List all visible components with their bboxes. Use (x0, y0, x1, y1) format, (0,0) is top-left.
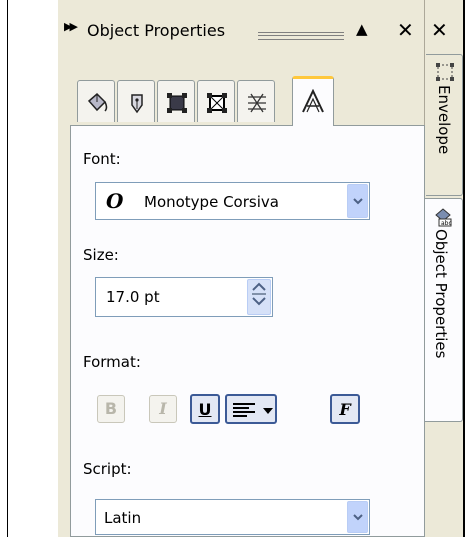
spin-arrows-icon (252, 282, 266, 306)
window-border-left (7, 0, 8, 537)
size-spin-button[interactable] (247, 279, 271, 315)
underline-button[interactable]: U (190, 394, 220, 424)
side-tab-envelope-label: Envelope (435, 85, 453, 155)
character-format-glyph: F (339, 400, 351, 419)
tab-fill[interactable] (77, 80, 115, 122)
object-properties-tab-icon: abc (435, 208, 452, 227)
frame-cross-icon (207, 93, 227, 113)
docker-title: Object Properties (87, 21, 226, 40)
minimize-icon[interactable]: ▲ (356, 22, 368, 37)
font-value: Monotype Corsiva (144, 193, 279, 211)
svg-text:abc: abc (441, 220, 452, 227)
size-label: Size: (83, 246, 119, 264)
tab-outline[interactable] (117, 80, 155, 122)
font-dropdown-button[interactable] (347, 184, 368, 218)
chevron-down-icon (353, 514, 363, 521)
close-all-dockers-icon[interactable]: ✕ (431, 20, 448, 40)
frame-icon (167, 93, 187, 113)
window-border-right (463, 0, 465, 537)
chevron-down-icon (353, 198, 363, 205)
underline-glyph: U (198, 400, 212, 419)
tab-text-properties[interactable] (292, 76, 334, 126)
tab-general[interactable] (157, 80, 195, 122)
title-grip-lines[interactable] (258, 32, 344, 40)
close-docker-icon[interactable]: ✕ (397, 20, 414, 40)
hatch-icon (248, 93, 266, 113)
script-label: Script: (83, 460, 132, 478)
caret-down-icon (263, 408, 273, 414)
script-dropdown-button[interactable] (347, 501, 368, 533)
font-label: Font: (83, 150, 121, 168)
side-tab-object-properties[interactable]: abc Object Properties (423, 198, 463, 422)
side-tab-object-properties-label: Object Properties (432, 229, 450, 359)
size-spinbox[interactable]: 17.0 pt (95, 277, 273, 317)
expand-arrows-icon[interactable]: ▶▶ (64, 20, 78, 33)
tab-detail[interactable] (197, 80, 235, 122)
script-combobox[interactable]: Latin (95, 499, 370, 535)
envelope-tool-icon (436, 63, 454, 81)
alignment-button[interactable]: ≡ (225, 394, 277, 424)
format-label: Format: (83, 353, 141, 371)
bold-button[interactable]: B (97, 395, 125, 423)
script-value: Latin (104, 509, 142, 527)
side-tab-envelope[interactable]: Envelope (426, 54, 463, 196)
bold-glyph: B (104, 399, 118, 418)
size-value: 17.0 pt (106, 288, 160, 306)
tab-internet[interactable] (237, 80, 275, 122)
pen-nib-icon (131, 94, 143, 114)
align-left-icon (233, 403, 255, 417)
text-a-icon (302, 89, 324, 113)
opentype-font-icon: O (106, 189, 124, 213)
italic-glyph: I (159, 399, 167, 418)
italic-button[interactable]: I (149, 395, 177, 423)
character-formatting-button[interactable]: F (330, 394, 360, 424)
fill-bucket-icon (87, 92, 108, 112)
font-combobox[interactable]: O Monotype Corsiva (95, 182, 370, 220)
